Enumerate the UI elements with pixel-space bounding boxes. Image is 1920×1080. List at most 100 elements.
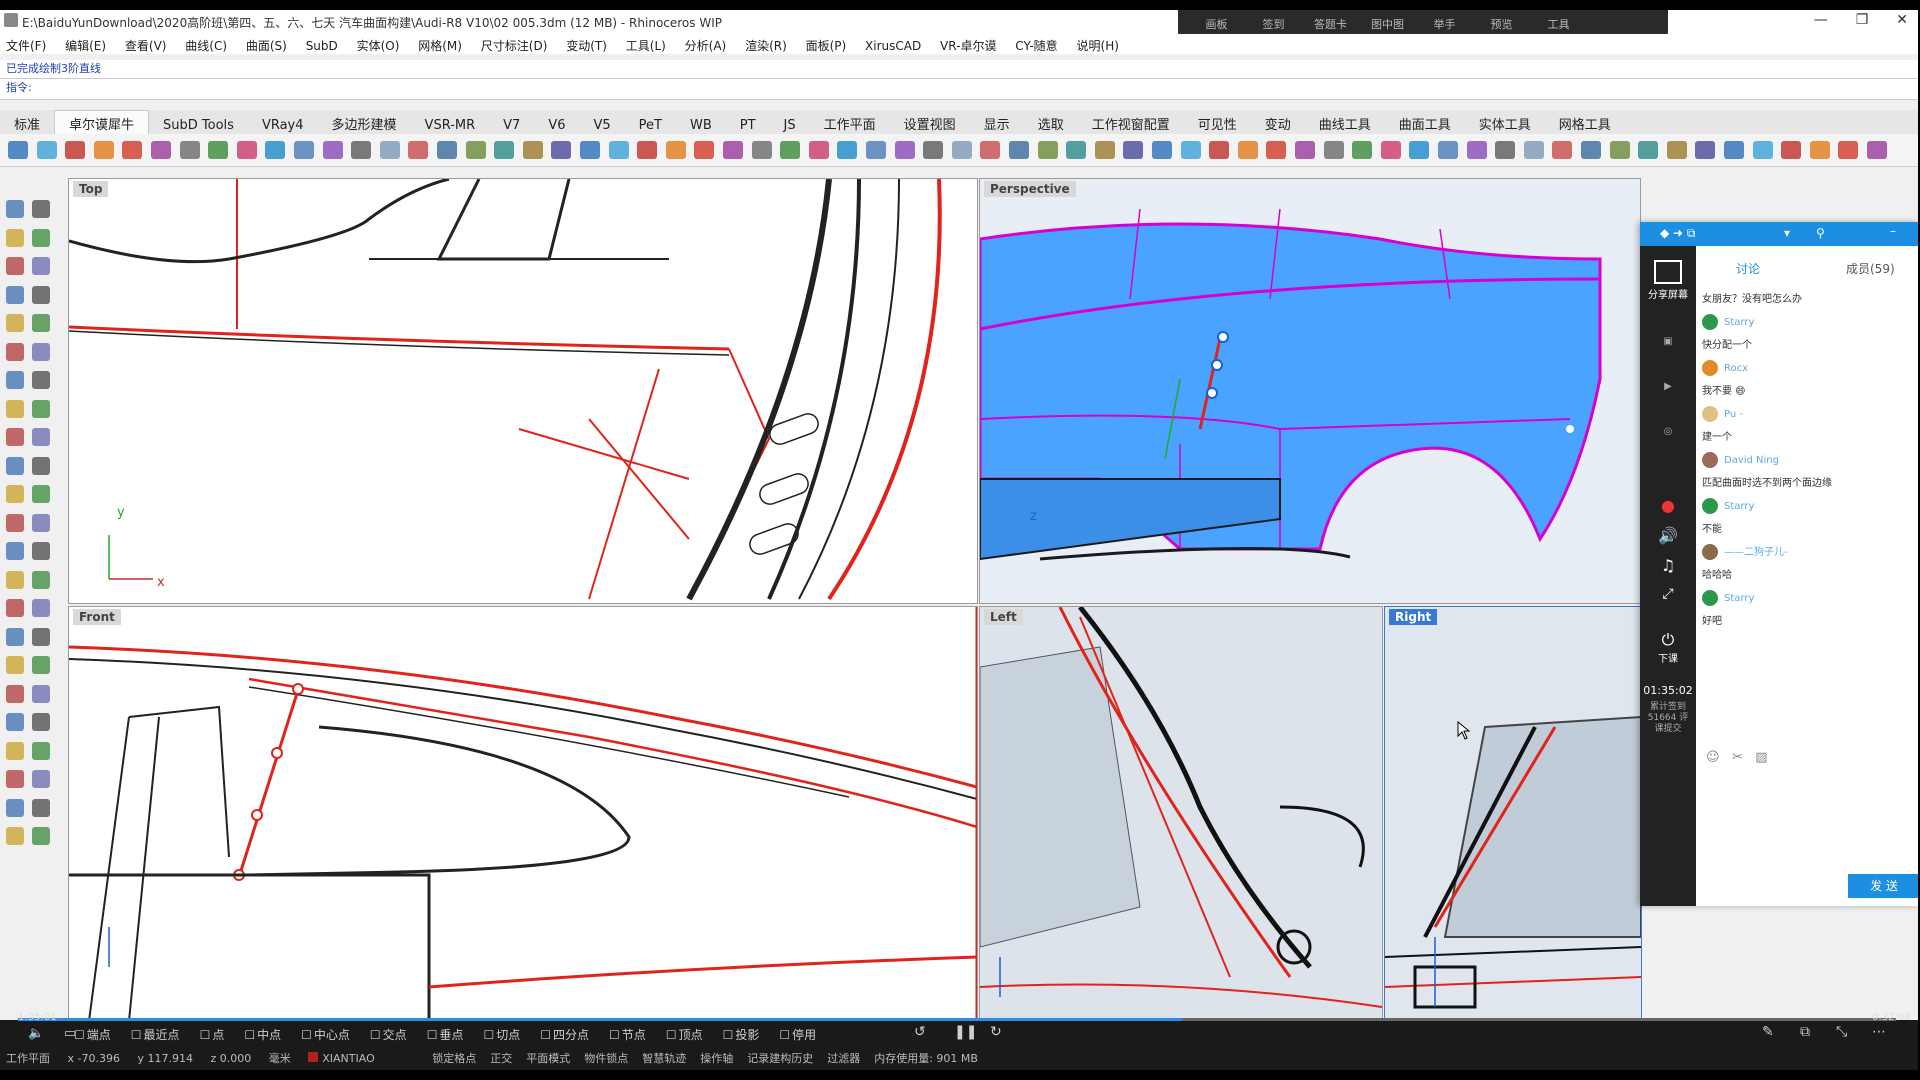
save-icon[interactable] xyxy=(32,656,50,674)
mode-toggle[interactable]: 记录建构历史 xyxy=(747,1050,813,1066)
polyline-icon[interactable] xyxy=(6,713,24,731)
layer-icon[interactable] xyxy=(780,141,801,159)
transform-icon[interactable] xyxy=(808,141,829,159)
osnap-toggle[interactable]: ☐ 顶点 xyxy=(666,1026,713,1043)
record-icon[interactable]: ◎ xyxy=(1640,426,1696,437)
menu-help[interactable]: 说明(H) xyxy=(1077,37,1119,54)
sphere-icon[interactable] xyxy=(1180,141,1201,159)
current-layer[interactable]: XIANTIAO xyxy=(322,1052,375,1065)
osnap-toggle[interactable]: ☐ 垂点 xyxy=(427,1026,474,1043)
osnap-toggle[interactable]: ☐ 点 xyxy=(200,1026,235,1043)
polyline-icon[interactable] xyxy=(6,228,24,247)
circle-icon[interactable] xyxy=(6,741,24,760)
arc-icon[interactable] xyxy=(32,257,50,275)
rewind-icon[interactable]: ↺ xyxy=(914,1024,926,1040)
match-icon[interactable] xyxy=(32,456,50,475)
light-icon[interactable] xyxy=(408,141,429,159)
viewport-label-front[interactable]: Front xyxy=(73,609,121,625)
send-button[interactable]: 发 送 xyxy=(1848,874,1918,898)
overlay-whiteboard[interactable]: 画板 xyxy=(1188,16,1245,32)
mode-toggle[interactable]: 锁定格点 xyxy=(432,1050,476,1066)
avatar[interactable] xyxy=(1702,498,1718,514)
mode-toggle[interactable]: 过滤器 xyxy=(827,1050,860,1066)
overlay-checkin[interactable]: 签到 xyxy=(1245,16,1302,32)
viewport-top[interactable]: Top x y xyxy=(68,178,978,604)
history-icon[interactable] xyxy=(1094,141,1115,159)
video-play-icon[interactable]: ▶ xyxy=(1640,381,1696,392)
lasso-icon[interactable] xyxy=(1152,141,1172,159)
volume-icon[interactable]: 🔈 xyxy=(28,1026,44,1041)
surface-icon[interactable] xyxy=(265,141,286,159)
viewport-label-top[interactable]: Top xyxy=(73,181,109,197)
exit-fullscreen-icon[interactable]: ⤡ xyxy=(1836,1024,1847,1040)
history-icon[interactable] xyxy=(1666,141,1687,159)
ball-icon[interactable] xyxy=(93,141,114,159)
overlay-answer-card[interactable]: 答题卡 xyxy=(1302,16,1359,32)
sphere-icon[interactable] xyxy=(1752,141,1773,159)
box-icon[interactable] xyxy=(1209,141,1230,159)
explode-icon[interactable] xyxy=(32,513,50,532)
render-icon[interactable] xyxy=(1523,141,1544,159)
network-icon[interactable] xyxy=(6,428,24,446)
analyze-icon[interactable] xyxy=(1495,141,1516,159)
lasso-icon[interactable] xyxy=(1724,141,1744,159)
move-icon[interactable] xyxy=(6,542,24,560)
menu-edit[interactable]: 编辑(E) xyxy=(65,37,106,54)
snap-icon[interactable] xyxy=(1037,141,1058,159)
menu-render[interactable]: 渲染(R) xyxy=(745,37,787,54)
viewport-perspective[interactable]: Perspective z xyxy=(979,178,1641,604)
osnap-toggle[interactable]: ☐ 节点 xyxy=(609,1026,656,1043)
camera-icon[interactable]: ▣ xyxy=(1640,336,1696,347)
viewport-left[interactable]: Left xyxy=(979,606,1383,1022)
rectangle-icon[interactable] xyxy=(6,770,24,788)
menu-dimension[interactable]: 尺寸标注(D) xyxy=(481,37,548,54)
curve-icon[interactable] xyxy=(866,141,886,159)
box-icon[interactable] xyxy=(1781,141,1802,159)
material-icon[interactable] xyxy=(1009,141,1029,159)
sender-name[interactable]: Pu - xyxy=(1724,409,1743,420)
analyze-icon[interactable] xyxy=(351,141,372,159)
viewport-label-perspective[interactable]: Perspective xyxy=(984,181,1076,197)
mesh-icon[interactable] xyxy=(322,141,343,159)
cylinder-icon[interactable] xyxy=(723,141,743,159)
end-class-button[interactable]: ⏻ 下课 xyxy=(1640,630,1696,665)
ball-icon[interactable] xyxy=(665,141,686,159)
tab-discuss[interactable]: 讨论 xyxy=(1736,260,1760,277)
sender-name[interactable]: David Ning xyxy=(1724,455,1779,466)
share-screen-button[interactable]: 分享屏幕 xyxy=(1640,260,1696,301)
pin-icon[interactable]: ⚲ xyxy=(1816,226,1825,240)
render-icon[interactable] xyxy=(951,141,972,159)
point-icon[interactable] xyxy=(32,684,50,703)
ball-icon[interactable] xyxy=(1809,141,1830,159)
forward-icon[interactable]: ↻ xyxy=(990,1024,1002,1040)
extrude-icon[interactable] xyxy=(6,371,24,389)
spiral-icon[interactable] xyxy=(32,314,50,332)
snap-icon[interactable] xyxy=(465,141,486,159)
arc-icon[interactable] xyxy=(32,741,50,760)
cylinder-icon[interactable] xyxy=(1295,141,1315,159)
speaker-icon[interactable]: 🔊 xyxy=(1640,526,1696,545)
chevron-down-icon[interactable]: ▾ xyxy=(1784,226,1790,240)
offset-icon[interactable] xyxy=(32,342,50,361)
text-icon[interactable] xyxy=(32,599,50,617)
microphone-icon[interactable]: ● xyxy=(1640,496,1696,515)
select-icon[interactable] xyxy=(6,684,24,703)
osnap-toggle[interactable]: ☐ 中心点 xyxy=(301,1026,360,1043)
video-progress-bar[interactable] xyxy=(18,1018,1896,1021)
surface-icon[interactable] xyxy=(837,141,858,159)
grid-icon[interactable] xyxy=(1266,141,1287,159)
dimension-icon[interactable] xyxy=(6,627,24,646)
material-icon[interactable] xyxy=(437,141,457,159)
curve-icon[interactable] xyxy=(294,141,314,159)
image-icon[interactable]: ▨ xyxy=(1755,750,1767,765)
menu-subd[interactable]: SubD xyxy=(306,39,338,53)
mode-toggle[interactable]: 平面模式 xyxy=(526,1050,570,1066)
grid-icon[interactable] xyxy=(1838,141,1859,159)
osnap-toggle[interactable]: ☐ 停用 xyxy=(779,1026,826,1043)
more-icon[interactable]: ⋯ xyxy=(1872,1024,1886,1040)
cplane-label[interactable]: 工作平面 xyxy=(6,1050,50,1066)
mode-toggle[interactable]: 智慧轨迹 xyxy=(642,1050,686,1066)
ellipse-icon[interactable] xyxy=(6,798,24,817)
avatar[interactable] xyxy=(1702,314,1718,330)
minimize-button[interactable]: — xyxy=(1814,12,1828,28)
